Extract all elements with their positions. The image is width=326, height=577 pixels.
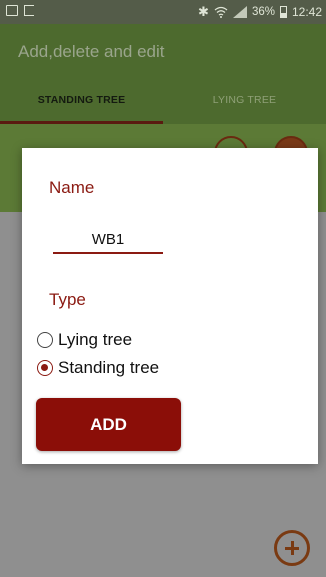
tab-standing-tree[interactable]: STANDING TREE (0, 76, 163, 124)
tab-label: STANDING TREE (37, 94, 126, 106)
add-button[interactable]: ADD (36, 398, 181, 451)
tab-bar: STANDING TREE LYING TREE (0, 76, 326, 124)
app-title: Add,delete and edit (18, 42, 165, 61)
notification-icon (6, 5, 18, 16)
tab-label: LYING TREE (212, 94, 277, 106)
name-input[interactable] (53, 226, 163, 254)
signal-icon (232, 6, 247, 18)
radio-unchecked-icon[interactable] (37, 332, 53, 348)
add-fab-icon[interactable] (274, 530, 310, 566)
screenshot-icon (24, 5, 34, 16)
wifi-icon (214, 6, 228, 18)
radio-label: Standing tree (58, 358, 160, 377)
radio-lying-tree[interactable]: Lying tree (37, 330, 132, 350)
radio-checked-icon[interactable] (37, 360, 53, 376)
type-label: Type (49, 290, 86, 309)
name-label: Name (49, 178, 95, 197)
battery-icon (279, 6, 287, 18)
clock: 12:42 (291, 5, 322, 19)
radio-label: Lying tree (58, 330, 133, 349)
status-bar: ✱ 36% 12:42 (0, 0, 326, 24)
bluetooth-icon: ✱ (198, 4, 209, 19)
add-tree-dialog: Name Type Lying tree Standing tree ADD (22, 148, 318, 464)
radio-standing-tree[interactable]: Standing tree (37, 358, 159, 378)
battery-percent: 36% (251, 6, 275, 18)
tab-lying-tree[interactable]: LYING TREE (163, 76, 326, 124)
app-bar: Add,delete and edit (0, 24, 326, 76)
